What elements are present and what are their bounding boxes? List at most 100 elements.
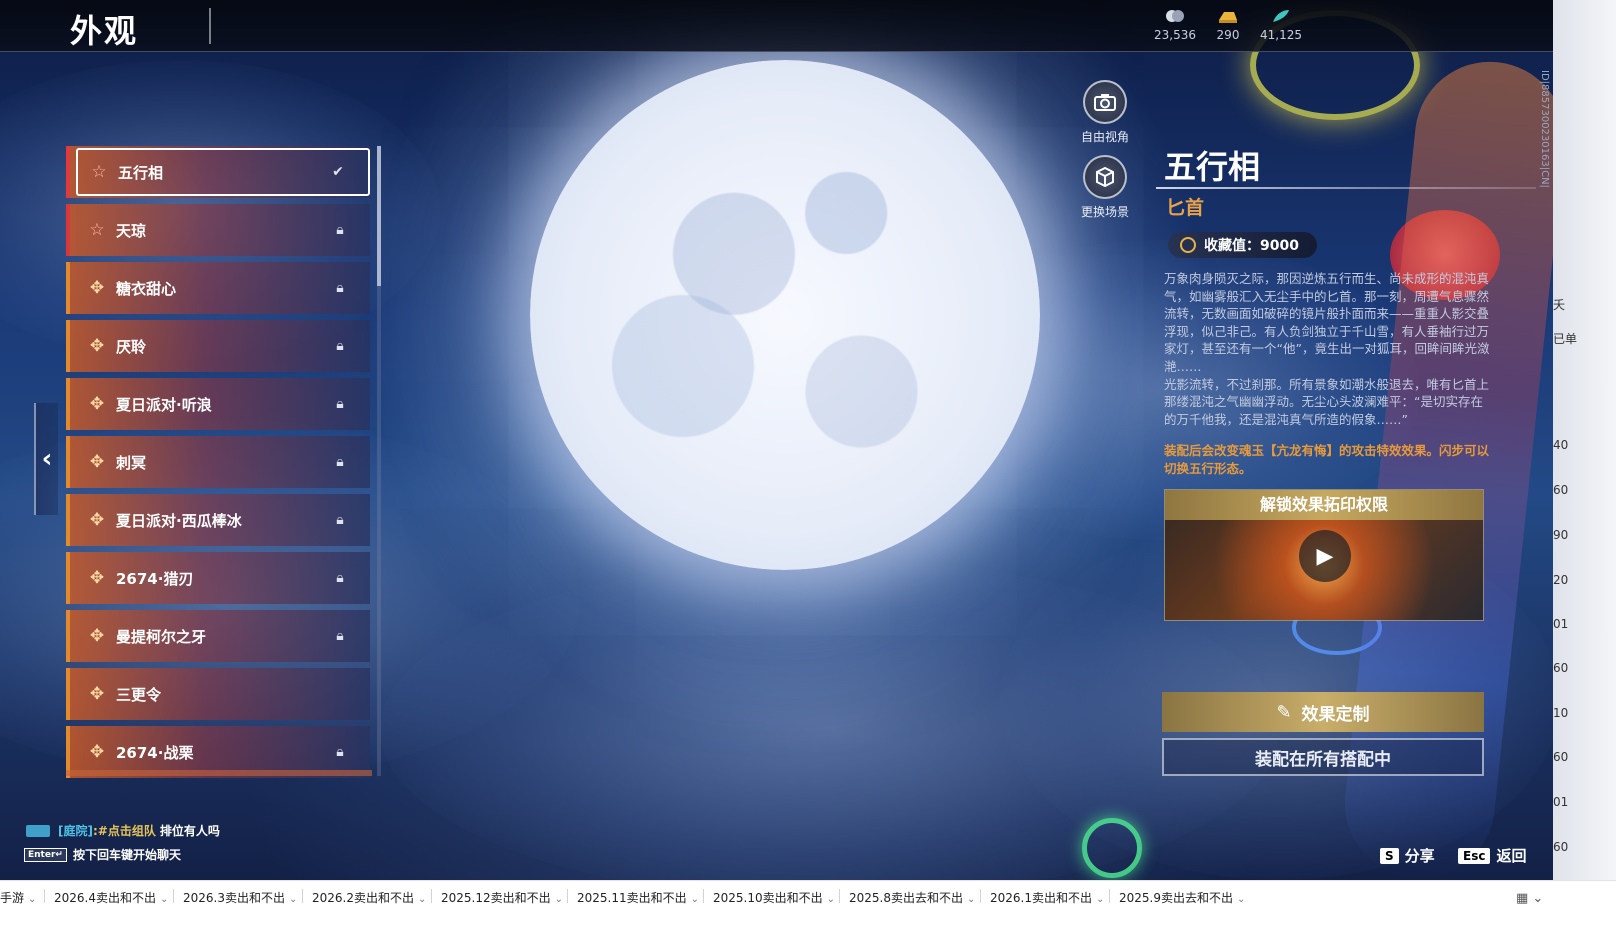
chevron-down-icon: ⌄ [690,894,700,905]
chevron-down-icon: ⌄ [826,894,836,905]
skin-name: 天琼 [116,221,147,240]
chevron-down-icon: ⌄ [289,894,298,905]
skin-item[interactable]: ✥ 曼提柯尔之牙 🔒︎ [66,610,370,662]
currency-ticket[interactable]: 23,536 [1145,8,1205,42]
chevron-down-icon: ⌄ [554,894,564,905]
currency-gold[interactable]: 290 [1198,8,1258,42]
sheet-tab[interactable]: 2026.4卖出和不出 ⌄ [54,889,168,906]
customize-effect-button[interactable]: ✎ 效果定制 [1162,692,1484,732]
skin-item[interactable]: ✥ 厌聆 🔒︎ [66,320,370,372]
currency-amount: 23,536 [1154,28,1196,42]
edge-text: 01 [1553,795,1569,809]
pinwheel-icon: ✥ [89,394,105,414]
sheet-tab[interactable]: 2025.8卖出去和不出 ⌄ [849,889,975,906]
skin-item[interactable]: ☆ 五行相 ✔ [66,146,370,198]
lock-icon: 🔒︎ [336,338,344,354]
edge-text: 90 [1553,528,1569,542]
collect-coin-icon [1180,237,1196,253]
edge-text: 60 [1553,483,1569,497]
description-paragraph: 光影流转，不过刹那。所有景象如潮水般退去，唯有匕首上那缕混沌之气幽幽浮动。无尘心… [1164,376,1490,427]
skin-item[interactable]: ☆ 天琼 🔒︎ [66,204,370,256]
tab-separator [703,889,704,903]
sheet-tab[interactable]: 2026.3卖出和不出 ⌄ [183,889,297,906]
sheet-list-icon[interactable]: ▦ ⌄ [1516,891,1543,906]
pinwheel-icon: ✥ [89,684,105,704]
skin-description: 万象肉身陨灭之际，那因逆炼五行而生、尚未成形的混沌真气，如幽雾般汇入无尘手中的匕… [1164,270,1494,428]
sheet-tab-label: 2025.12卖出和不出 [441,891,551,905]
list-scrollbar[interactable] [377,146,381,776]
skin-name: 曼提柯尔之牙 [116,627,207,646]
sheet-tab-label: 2025.11卖出和不出 [577,891,687,905]
sheet-tab[interactable]: 2025.12卖出和不出 ⌄ [441,889,563,906]
chevron-left-icon: ‹ [41,444,53,474]
change-scene-button[interactable]: 更换场景 [1070,155,1140,220]
free-view-button[interactable]: 自由视角 [1070,80,1140,145]
customize-label: 效果定制 [1301,704,1370,725]
description-paragraph: 万象肉身陨灭之际，那因逆炼五行而生、尚未成形的混沌真气，如幽雾般汇入无尘手中的匕… [1164,271,1490,374]
skin-item[interactable]: ✥ 刺冥 🔒︎ [66,436,370,488]
effect-video-thumbnail[interactable]: ▶ [1165,520,1483,620]
sheet-tab[interactable]: 手游 ⌄ [0,889,36,906]
pinwheel-icon: ✥ [89,626,105,646]
check-icon: ✔ [332,164,344,180]
lock-icon: 🔒︎ [336,454,344,470]
lock-icon: 🔒︎ [336,512,344,528]
collect-value-text: 收藏值：9000 [1204,238,1299,254]
sheet-tab[interactable]: 2025.9卖出去和不出 ⌄ [1119,889,1245,906]
change-scene-label: 更换场景 [1080,205,1129,219]
unlock-header: 解锁效果拓印权限 [1165,490,1483,520]
tab-separator [302,889,303,903]
chat-team-link[interactable]: :#点击组队 [93,822,156,839]
collapse-panel-button[interactable]: ‹ [34,403,58,515]
skin-name: 夏日派对·听浪 [116,395,212,414]
edge-text: 01 [1553,617,1569,631]
skin-item[interactable]: ✥ 2674·猎刃 🔒︎ [66,552,370,604]
pinwheel-icon: ✥ [89,336,105,356]
enter-key-icon: Enter↵ [24,847,67,862]
sheet-tab[interactable]: 2025.11卖出和不出 ⌄ [577,889,699,906]
tab-separator [839,889,840,903]
pinwheel-icon: ✥ [89,742,105,762]
weapon-type: 匕首 [1166,197,1205,219]
sheet-tab[interactable]: 2025.10卖出和不出 ⌄ [713,889,835,906]
skin-name: 厌聆 [116,337,147,356]
skin-item[interactable]: ✥ 三更令 [66,668,370,720]
skin-name: 2674·战栗 [116,743,194,762]
chat-hint[interactable]: Enter↵ 按下回车键开始聊天 [24,846,181,863]
spreadsheet-sheet-tabs: 手游 ⌄ 2026.4卖出和不出 ⌄ 2026.3卖出和不出 ⌄ 2026.2卖出和不… [0,880,1616,939]
edge-text: 20 [1553,573,1569,587]
sheet-tab[interactable]: 2026.2卖出和不出 ⌄ [312,889,426,906]
chat-message[interactable]: [庭院] :#点击组队 排位有人吗 [26,822,220,839]
edge-text: 已单 [1553,332,1578,346]
play-icon: ▶ [1316,543,1334,569]
lock-icon: 🔒︎ [336,628,344,644]
skin-name: 糖衣甜心 [116,279,177,298]
back-button[interactable]: Esc 返回 [1458,845,1526,866]
currency-amount: 41,125 [1260,28,1302,42]
equip-all-button[interactable]: 装配在所有搭配中 [1162,738,1484,776]
share-button[interactable]: S 分享 [1380,845,1435,866]
play-button[interactable]: ▶ [1299,530,1351,582]
edge-text: 10 [1553,706,1569,720]
pinwheel-icon: ✥ [89,452,105,472]
pinwheel-icon: ✥ [89,510,105,530]
unlock-effect-preview[interactable]: 解锁效果拓印权限 ▶ [1164,489,1484,621]
chevron-down-icon: ⌄ [418,894,427,905]
back-label: 返回 [1496,847,1527,865]
edge-text: 夭 [1553,298,1566,312]
skin-item[interactable]: ✥ 糖衣甜心 🔒︎ [66,262,370,314]
sheet-tab-label: 手游 [0,891,25,905]
skin-title: 五行相 [1164,148,1261,186]
scrollbar-thumb[interactable] [377,146,381,286]
sheet-tab-label: 2026.2卖出和不出 [312,891,414,905]
edge-text: 40 [1553,438,1569,452]
currency-jade[interactable]: 41,125 [1251,8,1311,42]
chat-channel-icon [26,824,50,837]
jade-feather-icon [1273,10,1289,22]
camera-icon [1083,80,1127,124]
skin-item[interactable]: ✥ 夏日派对·西瓜棒冰 🔒︎ [66,494,370,546]
tab-separator [44,889,45,903]
chevron-down-icon: ⌄ [967,894,976,905]
skin-item[interactable]: ✥ 夏日派对·听浪 🔒︎ [66,378,370,430]
sheet-tab[interactable]: 2026.1卖出和不出 ⌄ [990,889,1104,906]
